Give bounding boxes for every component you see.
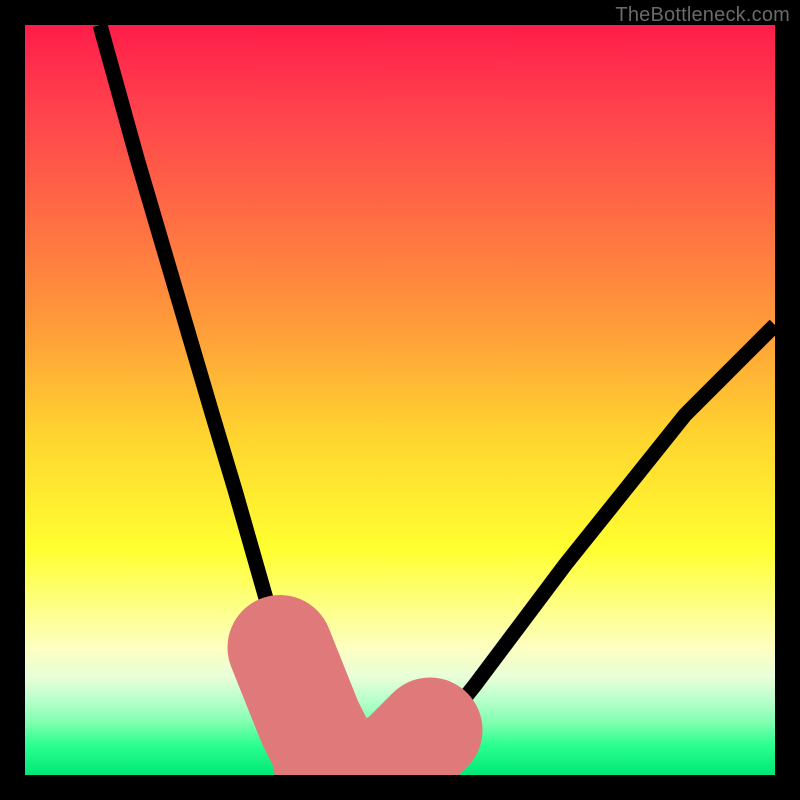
accent-right — [385, 730, 430, 768]
plot-area — [25, 25, 775, 775]
chart-container: TheBottleneck.com — [0, 0, 800, 800]
chart-svg — [25, 25, 775, 775]
watermark-text: TheBottleneck.com — [615, 4, 790, 27]
